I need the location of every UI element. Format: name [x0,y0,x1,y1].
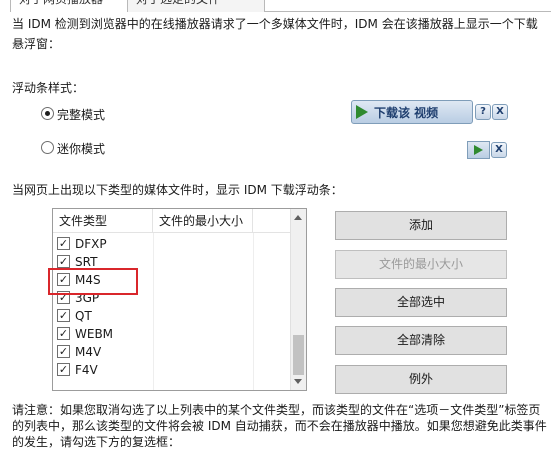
play-icon [356,105,368,119]
list-item[interactable]: ✓ WEBM [53,325,291,343]
close-icon: X [491,142,507,158]
column-min-size[interactable]: 文件的最小大小 [153,209,253,233]
full-bar-preview: 下载该 视频 [351,100,473,124]
file-type-label: QT [75,309,92,323]
close-icon: X [492,104,508,120]
min-size-button[interactable]: 文件的最小大小 [335,250,507,279]
list-item[interactable]: ✓ DFXP [53,235,291,253]
radio-full-mode-label[interactable]: 完整模式 [57,106,105,123]
radio-mini-mode[interactable] [41,141,54,154]
checkbox[interactable]: ✓ [57,363,70,376]
media-types-label: 当网页上出现以下类型的媒体文件时，显示 IDM 下载浮动条： [12,183,343,197]
column-empty [253,209,291,233]
list-item[interactable]: ✓ F4V [53,361,291,379]
list-header: 文件类型 文件的最小大小 [53,209,291,233]
full-bar-text: 下载该 视频 [374,105,439,120]
help-icon: ? [475,104,491,120]
file-type-label: M4V [75,345,102,359]
highlight-box [48,268,138,295]
tab-divider [265,11,551,12]
checkbox[interactable]: ✓ [57,345,70,358]
file-type-list[interactable]: 文件类型 文件的最小大小 ✓ DFXP ✓ SRT ✓ M4S ✓ 3GP ✓ … [52,208,307,391]
tab-web-player[interactable]: 对于网页播放器 [10,0,128,12]
bar-style-label: 浮动条样式： [12,81,85,95]
checkbox[interactable]: ✓ [57,237,70,250]
list-item[interactable]: ✓ M4V [53,343,291,361]
exceptions-button[interactable]: 例外 [335,365,507,394]
description-text: 当 IDM 检测到浏览器中的在线播放器请求了一个多媒体文件时，IDM 会在该播放… [12,17,538,51]
mini-bar-preview [467,141,490,159]
list-scrollbar[interactable] [290,209,306,390]
checkbox[interactable]: ✓ [57,255,70,268]
scroll-up-icon[interactable] [294,215,302,220]
file-type-label: WEBM [75,327,114,341]
scroll-down-icon[interactable] [294,379,302,384]
tab-selected-files[interactable]: 对于选定的文件 [127,0,265,12]
file-type-label: DFXP [75,237,107,251]
file-type-label: F4V [75,363,98,377]
checkbox[interactable]: ✓ [57,309,70,322]
checkbox[interactable]: ✓ [57,327,70,340]
list-item[interactable]: ✓ QT [53,307,291,325]
radio-mini-mode-label[interactable]: 迷你模式 [57,140,105,157]
note-text: 请注意：如果您取消勾选了以上列表中的某个文件类型，而该类型的文件在“选项－文件类… [12,403,547,449]
radio-full-mode[interactable] [41,107,54,120]
add-button[interactable]: 添加 [335,211,507,240]
column-file-type[interactable]: 文件类型 [53,209,153,233]
select-all-button[interactable]: 全部选中 [335,288,507,317]
clear-all-button[interactable]: 全部清除 [335,326,507,355]
play-icon [474,145,483,155]
scroll-thumb[interactable] [293,335,304,375]
